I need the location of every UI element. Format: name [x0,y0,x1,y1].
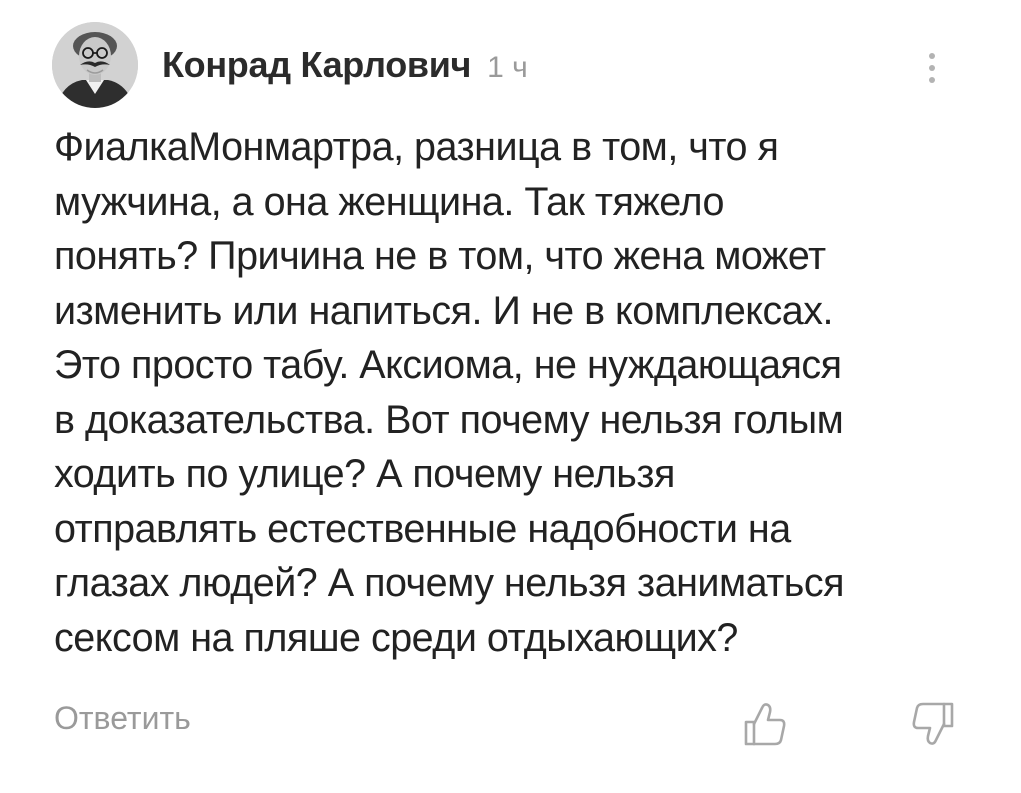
comment-line: мужчина, а она женщина. Так тяжело [54,179,724,224]
more-vertical-icon [929,53,935,59]
dislike-button[interactable] [910,700,956,748]
avatar-portrait [52,22,138,108]
thumbs-down-icon [912,702,954,745]
comment-timestamp: 1 ч [487,51,528,84]
more-options-button[interactable] [912,42,952,94]
comment-line: в доказательства. Вот почему нельзя голы… [54,397,844,442]
more-vertical-icon-dot [929,65,935,71]
author-name[interactable]: Конрад Карлович [162,44,471,86]
like-button[interactable] [742,700,788,748]
thumbs-up-icon [744,703,786,746]
comment-line: отправлять естественные надобности на [54,506,791,551]
comment-line: изменить или напиться. И не в комплексах… [54,288,833,333]
comment-card: Конрад Карлович 1 ч ФиалкаМонмартра, раз… [0,0,1021,793]
avatar[interactable] [52,22,138,108]
comment-line: ФиалкаМонмартра, разница в том, что я [54,125,779,169]
comment-header: Конрад Карлович 1 ч [162,44,528,94]
comment-line: ходить по улице? А почему нельзя [54,452,675,496]
comment-body: ФиалкаМонмартра, разница в том, что я му… [54,120,984,665]
reply-button[interactable]: Ответить [54,700,191,737]
more-vertical-icon-dot [929,77,935,83]
comment-line: понять? Причина не в том, что жена может [54,234,826,278]
comment-line: глазах людей? А почему нельзя заниматься [54,561,845,605]
comment-line: сексом на пляше среди отдыхающих? [54,615,738,660]
comment-line: Это просто табу. Аксиома, не нуждающаяся [54,343,842,387]
